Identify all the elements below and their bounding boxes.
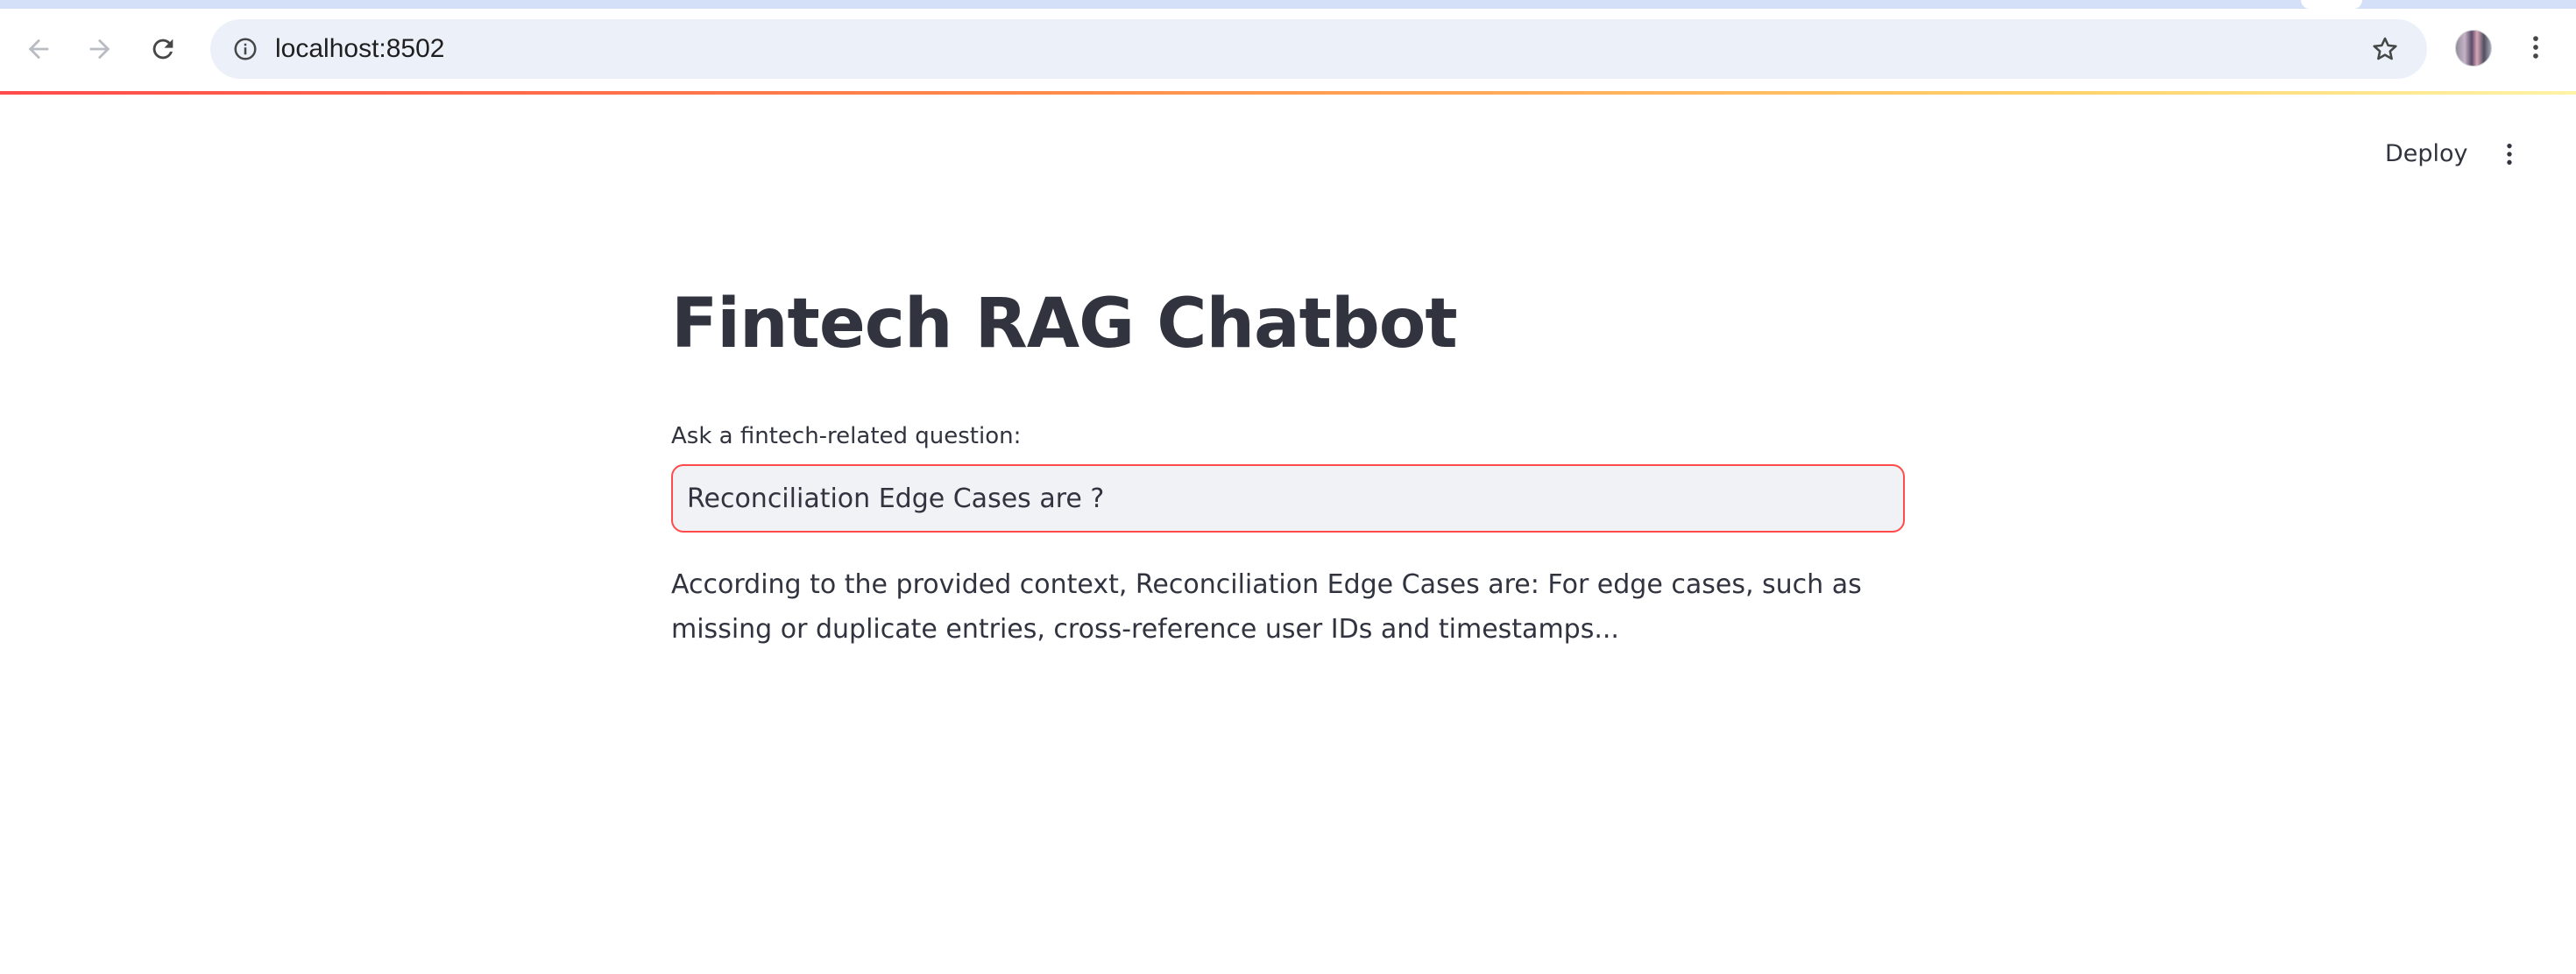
info-icon [234,38,257,60]
reload-icon [152,39,173,60]
bookmark-button[interactable] [2362,26,2408,72]
back-button[interactable] [16,26,61,72]
vertical-dots-icon [2533,36,2538,59]
main-content: Fintech RAG Chatbot Ask a fintech-relate… [671,280,1905,645]
reload-button[interactable] [140,26,186,72]
star-icon [2373,37,2397,60]
avatar[interactable] [2455,30,2492,67]
forward-button[interactable] [77,26,123,72]
site-info-button[interactable] [223,26,268,72]
browser-toolbar: localhost:8502 [0,0,2576,91]
vertical-dots-icon [2507,144,2512,165]
forward-arrow-icon [89,39,110,60]
page-title: Fintech RAG Chatbot [671,285,1458,363]
question-input[interactable] [671,464,1905,533]
question-label: Ask a fintech-related question: [671,423,1022,449]
app-menu-button[interactable] [2490,133,2529,175]
active-tab[interactable] [2301,0,2362,9]
url-text[interactable]: localhost:8502 [275,33,444,65]
header-decoration-bar [0,91,2576,95]
browser-menu-button[interactable] [2515,26,2557,68]
address-bar[interactable]: localhost:8502 [210,19,2427,79]
deploy-button[interactable]: Deploy [2374,133,2479,175]
tab-strip [0,0,2576,9]
back-arrow-icon [28,39,49,60]
answer-text: According to the provided context, Recon… [671,569,1862,645]
